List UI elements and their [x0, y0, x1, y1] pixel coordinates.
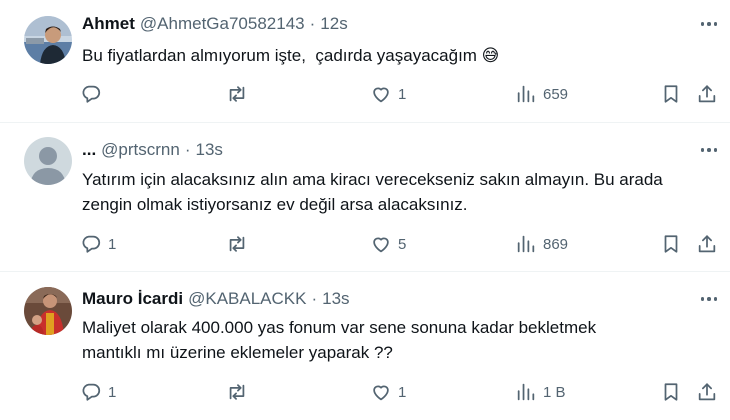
- share-button[interactable]: [696, 79, 718, 109]
- reply-button[interactable]: 1: [80, 229, 116, 259]
- reply-icon: [82, 85, 101, 103]
- tweet-actions: 1 1 1 B: [0, 377, 730, 407]
- bookmark-button[interactable]: [660, 79, 682, 109]
- more-dots-icon[interactable]: [694, 14, 724, 34]
- reply-icon: [82, 235, 101, 253]
- heart-icon: [373, 385, 389, 401]
- bookmark-icon: [664, 383, 678, 401]
- share-button[interactable]: [696, 229, 718, 259]
- bookmark-icon: [664, 85, 678, 103]
- views-chart-icon: [517, 85, 535, 103]
- reply-button[interactable]: [80, 79, 108, 109]
- tweet-text: Maliyet olarak 400.000 yas fonum var sen…: [82, 318, 597, 362]
- tweet-actions: 1 659: [0, 79, 730, 109]
- like-button[interactable]: 5: [370, 229, 406, 259]
- author-name[interactable]: ...: [82, 140, 96, 160]
- views-button[interactable]: 1 B: [515, 377, 566, 407]
- share-icon: [698, 383, 716, 401]
- separator-dot: ·: [309, 14, 316, 33]
- separator-dot: ·: [311, 289, 318, 308]
- views-count: 869: [543, 235, 569, 253]
- tweet-header: Ahmet @AhmetGa70582143 · 12s: [82, 12, 348, 36]
- retweet-button[interactable]: [226, 377, 254, 407]
- timestamp[interactable]: 12s: [320, 14, 347, 34]
- views-button[interactable]: 869: [515, 229, 568, 259]
- like-count: 5: [398, 235, 407, 253]
- bookmark-button[interactable]: [660, 229, 682, 259]
- heart-icon: [373, 237, 389, 253]
- bookmark-icon: [664, 235, 678, 253]
- tweet-header: Mauro İcardi @KABALACKK · 13s: [82, 287, 350, 311]
- like-button[interactable]: 1: [370, 79, 406, 109]
- author-name[interactable]: Mauro İcardi: [82, 289, 183, 309]
- tweet-header: ... @prtscrnn · 13s: [82, 138, 223, 162]
- author-handle[interactable]: @KABALACKK: [188, 289, 306, 309]
- more-dots-icon[interactable]: [694, 289, 724, 309]
- author-name[interactable]: Ahmet: [82, 14, 135, 34]
- tweet-2[interactable]: ... @prtscrnn · 13s Yatırım için alacaks…: [0, 123, 730, 271]
- views-count: 1 B: [543, 383, 566, 401]
- reply-count: 1: [108, 383, 117, 401]
- timestamp[interactable]: 13s: [322, 289, 349, 309]
- retweet-button[interactable]: [226, 229, 254, 259]
- avatar[interactable]: [24, 137, 72, 185]
- reply-count: 1: [108, 235, 117, 253]
- bookmark-button[interactable]: [660, 377, 682, 407]
- retweet-icon: [229, 236, 245, 252]
- tweet-text: Bu fiyatlardan almıyorum işte, çadırda y…: [82, 46, 500, 65]
- like-button[interactable]: 1: [370, 377, 406, 407]
- retweet-button[interactable]: [226, 79, 254, 109]
- more-dots-icon[interactable]: [694, 140, 724, 160]
- reply-button[interactable]: 1: [80, 377, 116, 407]
- like-count: 1: [398, 85, 407, 103]
- tweet-text: Yatırım için alacaksınız alın ama kiracı…: [82, 170, 663, 214]
- share-button[interactable]: [696, 377, 718, 407]
- author-handle[interactable]: @AhmetGa70582143: [140, 14, 305, 34]
- share-icon: [698, 85, 716, 103]
- tweet-actions: 1 5 869: [0, 229, 730, 259]
- avatar[interactable]: [24, 16, 72, 64]
- views-count: 659: [543, 85, 569, 103]
- timestamp[interactable]: 13s: [196, 140, 223, 160]
- reply-icon: [82, 383, 101, 401]
- tweet-1[interactable]: Ahmet @AhmetGa70582143 · 12s Bu fiyatlar…: [0, 0, 730, 122]
- avatar[interactable]: [24, 287, 72, 335]
- retweet-icon: [229, 86, 245, 102]
- retweet-icon: [229, 384, 245, 400]
- tweet-3[interactable]: Mauro İcardi @KABALACKK · 13s Maliyet ol…: [0, 272, 730, 420]
- views-chart-icon: [517, 383, 535, 401]
- like-count: 1: [398, 383, 407, 401]
- author-handle[interactable]: @prtscrnn: [101, 140, 180, 160]
- views-button[interactable]: 659: [515, 79, 568, 109]
- views-chart-icon: [517, 235, 535, 253]
- heart-icon: [373, 87, 389, 103]
- share-icon: [698, 235, 716, 253]
- separator-dot: ·: [184, 140, 191, 159]
